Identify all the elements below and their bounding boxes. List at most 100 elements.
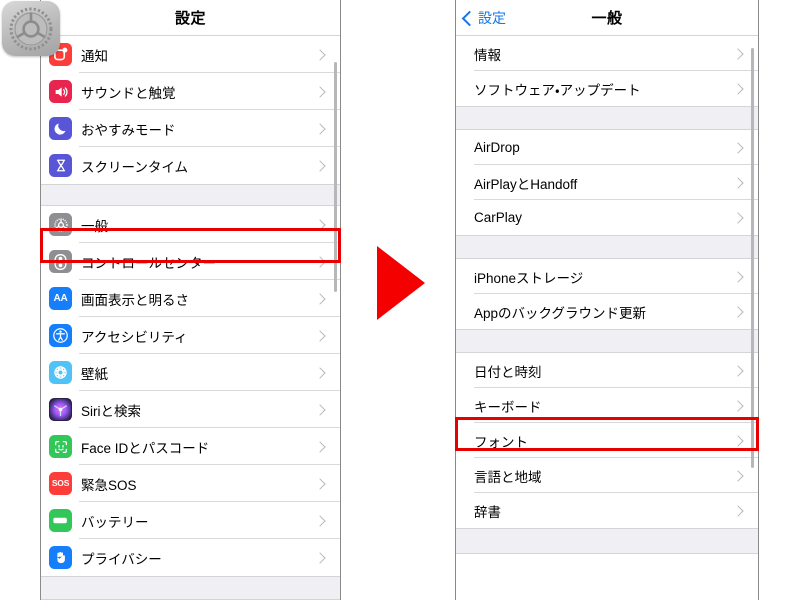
left-navbar: 設定 — [41, 0, 340, 36]
red-right-arrow — [377, 246, 425, 320]
settings-row[interactable]: 壁紙 — [41, 354, 340, 391]
settings-row-label: Face IDとパスコード — [81, 440, 210, 456]
general-settings-list: 情報ソフトウェア・アップデート AirDrop AirPlayとHandoff Car… — [456, 36, 758, 554]
emergency-sos-icon: SOS — [49, 472, 72, 495]
control-center-icon — [49, 250, 72, 273]
settings-app-icon — [2, 1, 60, 56]
general-row[interactable]: CarPlay — [456, 200, 758, 235]
accessibility-icon — [49, 324, 72, 347]
settings-row[interactable]: 一般 — [41, 206, 340, 243]
left-scrollbar[interactable] — [334, 62, 337, 292]
settings-row-label: 画面表示と明るさ — [81, 292, 189, 308]
general-row-label: 日付と時刻 — [474, 364, 542, 380]
settings-row[interactable]: Siriと検索 — [41, 391, 340, 428]
settings-row[interactable]: バッテリー — [41, 502, 340, 539]
chevron-right-icon — [314, 440, 326, 453]
general-row[interactable]: AirDrop — [456, 130, 758, 165]
general-settings-panel: 設定 一般 情報ソフトウェア・アップデート AirDrop AirPlayとHand… — [455, 0, 759, 600]
general-row[interactable]: iPhoneストレージ — [456, 259, 758, 294]
chevron-right-icon — [732, 82, 744, 95]
gear-glyph-icon — [9, 7, 53, 50]
right-navbar: 設定 一般 — [456, 0, 758, 36]
battery-icon — [49, 509, 72, 532]
section-gap-bottom — [41, 576, 340, 600]
wallpaper-icon — [49, 361, 72, 384]
settings-root-panel: 設定 通知サウンドと触覚 おやすみモードスクリーンタイム一般コントロールセンター A… — [40, 0, 341, 600]
general-row-label: Appのバックグラウンド更新 — [474, 305, 646, 321]
settings-row[interactable]: SOS 緊急SOS — [41, 465, 340, 502]
general-row[interactable]: キーボード — [456, 388, 758, 423]
chevron-right-icon — [314, 255, 326, 268]
settings-row[interactable]: 通知 — [41, 36, 340, 73]
chevron-right-icon — [732, 434, 744, 447]
general-row[interactable]: 情報 — [456, 36, 758, 71]
settings-row[interactable]: スクリーンタイム — [41, 147, 340, 184]
screen-time-icon — [49, 154, 72, 177]
screenshot-stage: 設定 通知 サウンドと触覚 おやすみモード スクリーンタイム 一般 コントロールセンター A… — [0, 0, 800, 600]
chevron-right-icon — [732, 504, 744, 517]
settings-row-label: Siriと検索 — [81, 403, 141, 419]
general-row-label: 辞書 — [474, 504, 501, 520]
general-row-label: AirDrop — [474, 140, 520, 155]
back-button-label: 設定 — [478, 10, 506, 26]
settings-root-list: 通知サウンドと触覚 おやすみモードスクリーンタイム一般コントロールセンター AA 画面… — [41, 36, 340, 600]
chevron-right-icon — [732, 47, 744, 60]
settings-row[interactable]: サウンドと触覚 — [41, 73, 340, 110]
chevron-left-icon — [461, 10, 478, 26]
privacy-hand-icon — [49, 546, 72, 569]
general-row-label: iPhoneストレージ — [474, 270, 584, 286]
settings-row[interactable]: プライバシー — [41, 539, 340, 576]
section-gap-bottom — [456, 528, 758, 554]
general-row[interactable]: 言語と地域 — [456, 458, 758, 493]
settings-row[interactable]: コントロールセンター — [41, 243, 340, 280]
settings-row-label: 一般 — [81, 218, 108, 234]
do-not-disturb-icon — [49, 117, 72, 140]
settings-row-label: 壁紙 — [81, 366, 108, 382]
right-nav-title: 一般 — [591, 10, 623, 27]
settings-row-label: サウンドと触覚 — [81, 85, 176, 101]
general-row-label: ソフトウェア・アップデート — [474, 82, 641, 98]
general-row[interactable]: 日付と時刻 — [456, 353, 758, 388]
settings-row-label: バッテリー — [81, 514, 149, 530]
settings-row[interactable]: おやすみモード — [41, 110, 340, 147]
settings-row-label: おやすみモード — [81, 122, 176, 138]
back-button[interactable]: 設定 — [461, 0, 506, 36]
section-gap — [456, 106, 758, 130]
general-row[interactable]: Appのバックグラウンド更新 — [456, 294, 758, 329]
chevron-right-icon — [314, 366, 326, 379]
chevron-right-icon — [314, 292, 326, 305]
chevron-right-icon — [732, 176, 744, 189]
settings-row-label: プライバシー — [81, 551, 162, 567]
general-row-label: 言語と地域 — [474, 469, 542, 485]
settings-row[interactable]: AA 画面表示と明るさ — [41, 280, 340, 317]
settings-row-label: コントロールセンター — [81, 255, 216, 271]
chevron-right-icon — [314, 477, 326, 490]
general-row[interactable]: 辞書 — [456, 493, 758, 528]
sound-haptics-icon — [49, 80, 72, 103]
chevron-right-icon — [732, 469, 744, 482]
chevron-right-icon — [314, 514, 326, 527]
chevron-right-icon — [314, 48, 326, 61]
general-row[interactable]: ソフトウェア・アップデート — [456, 71, 758, 106]
chevron-right-icon — [314, 551, 326, 564]
settings-row[interactable]: アクセシビリティ — [41, 317, 340, 354]
right-scrollbar[interactable] — [751, 48, 754, 468]
general-row-label: フォント — [474, 434, 528, 450]
face-id-passcode-icon — [49, 435, 72, 458]
settings-row[interactable]: Face IDとパスコード — [41, 428, 340, 465]
chevron-right-icon — [314, 329, 326, 342]
chevron-right-icon — [314, 85, 326, 98]
chevron-right-icon — [732, 211, 744, 224]
chevron-right-icon — [314, 159, 326, 172]
general-row[interactable]: フォント — [456, 423, 758, 458]
chevron-right-icon — [314, 218, 326, 231]
siri-search-icon — [49, 398, 72, 421]
general-row[interactable]: AirPlayとHandoff — [456, 165, 758, 200]
settings-row-label: アクセシビリティ — [81, 329, 188, 345]
chevron-right-icon — [732, 270, 744, 283]
left-nav-title: 設定 — [174, 10, 206, 27]
general-row-label: AirPlayとHandoff — [474, 176, 578, 192]
chevron-right-icon — [314, 403, 326, 416]
settings-row-label: 通知 — [81, 48, 108, 64]
general-row-label: キーボード — [474, 399, 542, 415]
